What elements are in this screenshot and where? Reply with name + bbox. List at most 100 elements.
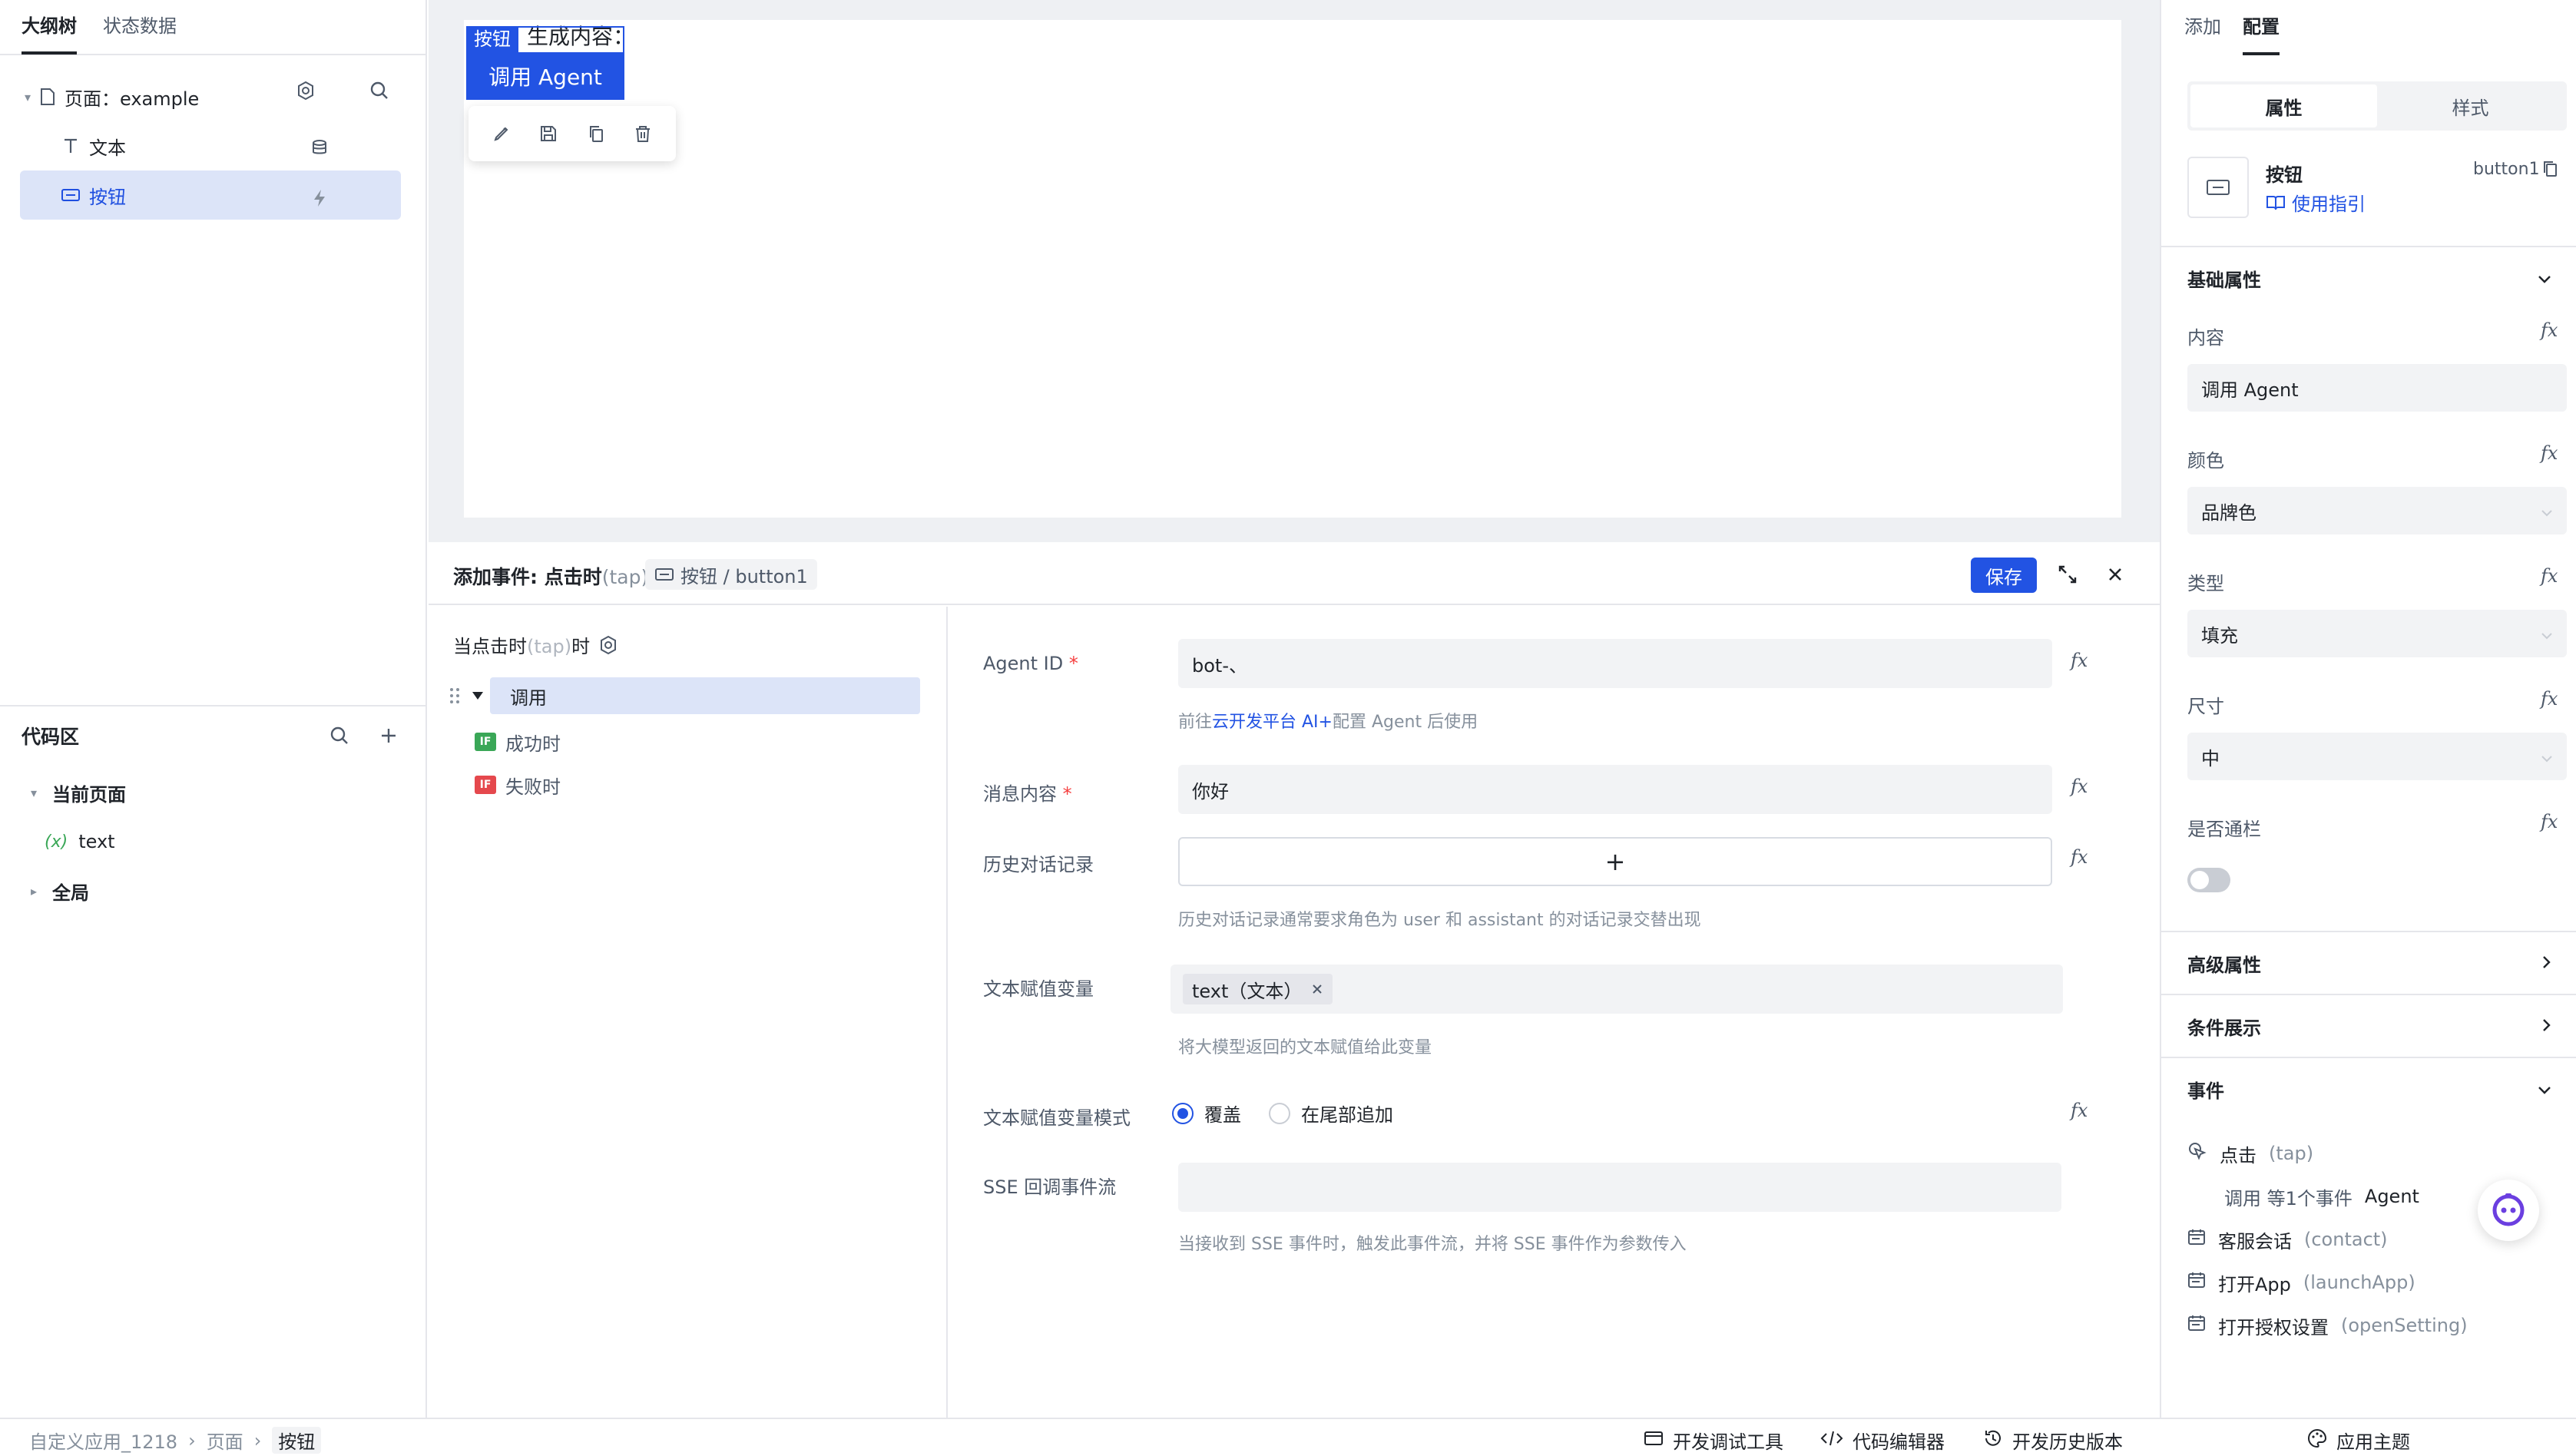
chevron-right-icon[interactable]: ▸ (26, 884, 41, 898)
seg-style[interactable]: 样式 (2377, 84, 2564, 127)
ai-platform-link[interactable]: 云开发平台 AI+ (1212, 713, 1333, 732)
tree-label-text: 文本 (89, 137, 126, 159)
sse-flow-input[interactable] (1178, 1163, 2061, 1212)
tab-state-data[interactable]: 状态数据 (103, 0, 177, 55)
formula-icon[interactable]: fx (2541, 319, 2558, 341)
event-tap[interactable]: 点击 (tap) (2187, 1137, 2313, 1170)
formula-icon[interactable]: fx (2541, 565, 2558, 587)
agent-id-input[interactable]: bot-、 (1178, 639, 2052, 688)
close-icon[interactable] (2100, 559, 2131, 590)
chevron-down-icon[interactable]: ▾ (26, 786, 41, 800)
color-select[interactable]: 品牌色 (2187, 487, 2567, 534)
size-select[interactable]: 中 (2187, 733, 2567, 780)
edit-icon[interactable] (489, 121, 514, 146)
tab-add[interactable]: 添加 (2184, 0, 2221, 55)
add-icon[interactable] (373, 720, 404, 751)
dev-tools-button[interactable]: 开发调试工具 (1644, 1427, 1783, 1454)
section-basic-props[interactable]: 基础属性 (2161, 246, 2576, 309)
section-events[interactable]: 事件 (2161, 1057, 2576, 1120)
event-contact[interactable]: 客服会话 (contact) (2187, 1223, 2388, 1256)
full-width-toggle[interactable] (2187, 868, 2230, 892)
message-input[interactable]: 你好 (1178, 765, 2052, 814)
code-current-page[interactable]: ▾ 当前页面 (26, 771, 126, 814)
canvas-generated-text[interactable]: 生成内容： (527, 20, 634, 51)
copy-icon[interactable] (2535, 154, 2565, 184)
expand-icon[interactable] (2052, 559, 2083, 590)
component-id: button1 (2473, 160, 2540, 179)
app-theme-button[interactable]: 应用主题 (2307, 1427, 2410, 1454)
palette-icon (2307, 1428, 2327, 1453)
chevron-down-icon (2541, 500, 2553, 521)
radio-overwrite[interactable]: 覆盖 (1172, 1100, 1241, 1127)
history-button[interactable]: 开发历史版本 (1983, 1427, 2123, 1454)
event-editor-header: 添加事件: 点击时(tap) 按钮 / button1 保存 (429, 544, 2160, 605)
flow-node-invoke[interactable]: 调用 (490, 677, 920, 714)
breadcrumb-current[interactable]: 按钮 (272, 1427, 322, 1454)
content-input[interactable]: 调用 Agent (2187, 364, 2567, 412)
flow-branch-success[interactable]: IF 成功时 (475, 723, 561, 760)
radio-checked-icon (1172, 1102, 1194, 1124)
chevron-down-icon (2541, 746, 2553, 767)
chevron-down-icon[interactable]: ▾ (20, 90, 35, 104)
sse-hint: 当接收到 SSE 事件时，触发此事件流，并将 SSE 事件作为参数传入 (1178, 1235, 1687, 1254)
event-editor-title: 添加事件: 点击时(tap) (453, 566, 649, 588)
event-tap-detail[interactable]: 调用 等1个事件 Agent (2224, 1180, 2419, 1213)
if-icon: IF (475, 733, 496, 751)
search-icon[interactable] (364, 75, 395, 106)
page-icon (35, 84, 60, 109)
tree-item-button[interactable]: 按钮 (20, 170, 401, 220)
formula-icon[interactable]: fx (2071, 776, 2088, 797)
formula-icon[interactable]: fx (2071, 846, 2088, 868)
history-add-button[interactable]: + (1178, 837, 2052, 886)
button-type-icon (58, 183, 83, 207)
copy-icon[interactable] (584, 121, 608, 146)
search-icon[interactable] (324, 720, 355, 751)
chevron-down-icon (2538, 1078, 2551, 1100)
gear-icon[interactable] (290, 75, 321, 106)
delete-icon[interactable] (631, 121, 655, 146)
usage-guide-link[interactable]: 使用指引 (2266, 189, 2366, 216)
canvas-agent-button[interactable]: 调用 Agent (466, 52, 624, 100)
type-label: 类型 (2187, 573, 2224, 594)
formula-icon[interactable]: fx (2071, 1100, 2088, 1121)
component-toolbar (469, 106, 676, 161)
breadcrumb-page[interactable]: 页面 (207, 1427, 243, 1454)
history-label: 历史对话记录 (983, 854, 1094, 875)
message-label: 消息内容 * (983, 783, 1072, 805)
save-icon[interactable] (536, 121, 561, 146)
tree-item-page[interactable]: ▾ 页面：example (20, 72, 401, 121)
tree-item-text[interactable]: 文本 (20, 121, 401, 170)
close-icon[interactable] (1311, 978, 1323, 1000)
code-global[interactable]: ▸ 全局 (26, 869, 89, 912)
formula-icon[interactable]: fx (2541, 688, 2558, 710)
gear-icon[interactable] (596, 633, 621, 657)
section-conditional[interactable]: 条件展示 (2161, 994, 2576, 1057)
event-launch-app[interactable]: 打开App (launchApp) (2187, 1266, 2415, 1299)
tab-config[interactable]: 配置 (2243, 0, 2280, 55)
radio-append[interactable]: 在尾部追加 (1269, 1100, 1393, 1127)
flow-trigger: 当点击时(tap)时 (453, 631, 621, 658)
seg-properties[interactable]: 属性 (2190, 84, 2377, 127)
ai-assistant-icon[interactable] (2478, 1180, 2539, 1241)
formula-icon[interactable]: fx (2071, 650, 2088, 671)
code-editor-button[interactable]: 代码编辑器 (1820, 1427, 1945, 1454)
chevron-right-icon (2542, 952, 2551, 974)
console-icon (1644, 1430, 1664, 1451)
breadcrumb-app[interactable]: 自定义应用_1218 (29, 1427, 177, 1454)
save-button[interactable]: 保存 (1971, 558, 2037, 593)
flow-branch-failure[interactable]: IF 失败时 (475, 766, 561, 803)
type-select[interactable]: 填充 (2187, 610, 2567, 657)
canvas-page[interactable] (464, 20, 2121, 518)
code-var-text[interactable]: (x) text (45, 820, 115, 863)
section-advanced-props[interactable]: 高级属性 (2161, 931, 2576, 994)
button-type-icon (655, 568, 674, 581)
if-icon: IF (475, 776, 496, 794)
formula-icon[interactable]: fx (2541, 442, 2558, 464)
event-open-setting[interactable]: 打开授权设置 (openSetting) (2187, 1309, 2468, 1342)
event-icon (2187, 1314, 2206, 1337)
formula-icon[interactable]: fx (2541, 811, 2558, 832)
assign-mode-label: 文本赋值变量模式 (983, 1107, 1131, 1129)
caret-down-icon[interactable] (462, 680, 493, 711)
assign-var-select[interactable]: text（文本） (1170, 965, 2063, 1014)
tab-outline-tree[interactable]: 大纲树 (22, 0, 77, 55)
